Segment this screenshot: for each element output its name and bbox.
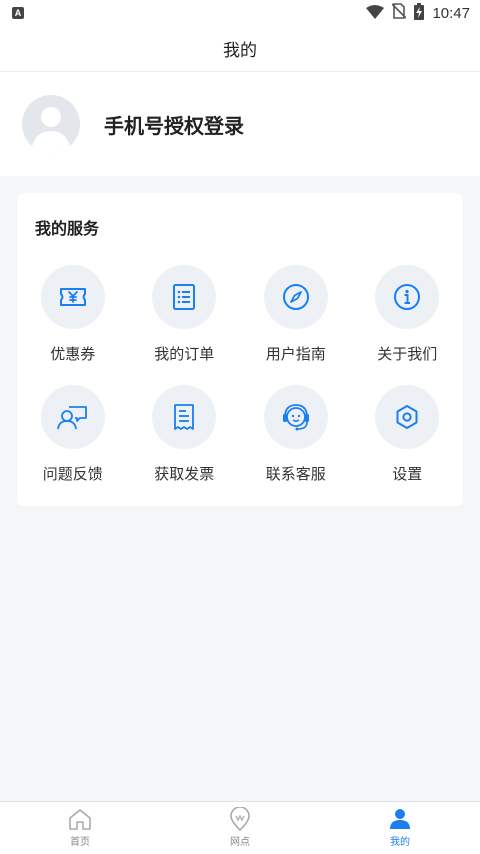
notification-icon: A (12, 7, 24, 19)
no-sim-icon (391, 3, 408, 23)
location-pin-icon (230, 807, 250, 831)
wifi-icon (366, 4, 385, 23)
home-icon (69, 809, 91, 830)
service-get-invoice[interactable]: 获取发票 (129, 385, 241, 505)
service-label: 优惠券 (50, 345, 96, 363)
service-user-guide[interactable]: 用户指南 (240, 265, 352, 385)
tab-label: 首页 (70, 837, 90, 848)
title-bar: 我的 (0, 26, 480, 72)
service-about-us[interactable]: 关于我们 (352, 265, 464, 385)
services-grid: 优惠券 我的订单 用户指南 关于我们 问题反馈 获取发票 联系客服 设置 (17, 265, 463, 505)
service-coupon[interactable]: 优惠券 (17, 265, 129, 385)
battery-charging-icon (414, 2, 425, 24)
service-label: 设置 (392, 465, 423, 483)
profile-header[interactable]: 手机号授权登录 (0, 72, 480, 176)
bottom-tab-bar: 首页 网点 我的 (0, 801, 480, 854)
service-label: 用户指南 (265, 345, 326, 363)
status-bar: A 10:47 (0, 0, 480, 26)
service-feedback[interactable]: 问题反馈 (17, 385, 129, 505)
order-list-icon (173, 284, 196, 310)
compass-icon (282, 284, 309, 310)
coupon-icon (59, 288, 86, 306)
tab-home[interactable]: 首页 (0, 802, 160, 854)
service-label: 关于我们 (377, 345, 438, 363)
user-icon (390, 809, 410, 829)
service-label: 获取发票 (154, 465, 215, 483)
services-card: 我的服务 优惠券 我的订单 用户指南 关于我们 问题反馈 获取发票 联系客服 设… (17, 193, 463, 506)
service-contact-support[interactable]: 联系客服 (240, 385, 352, 505)
service-settings[interactable]: 设置 (352, 385, 464, 505)
settings-icon (396, 405, 418, 429)
tab-mine[interactable]: 我的 (320, 802, 480, 854)
service-my-orders[interactable]: 我的订单 (129, 265, 241, 385)
tab-label: 网点 (230, 837, 250, 848)
tab-outlets[interactable]: 网点 (160, 802, 320, 854)
service-label: 问题反馈 (42, 465, 103, 483)
service-label: 我的订单 (154, 345, 215, 363)
service-label: 联系客服 (265, 465, 326, 483)
invoice-icon (174, 404, 195, 430)
avatar[interactable] (22, 95, 80, 153)
services-title: 我的服务 (35, 219, 100, 238)
default-avatar-icon (31, 107, 71, 153)
tab-label: 我的 (390, 837, 410, 848)
feedback-icon (56, 406, 87, 430)
customer-service-icon (282, 404, 309, 431)
login-link[interactable]: 手机号授权登录 (104, 110, 244, 139)
info-icon (394, 284, 421, 310)
page-title: 我的 (223, 41, 257, 61)
status-time: 10:47 (432, 4, 470, 22)
